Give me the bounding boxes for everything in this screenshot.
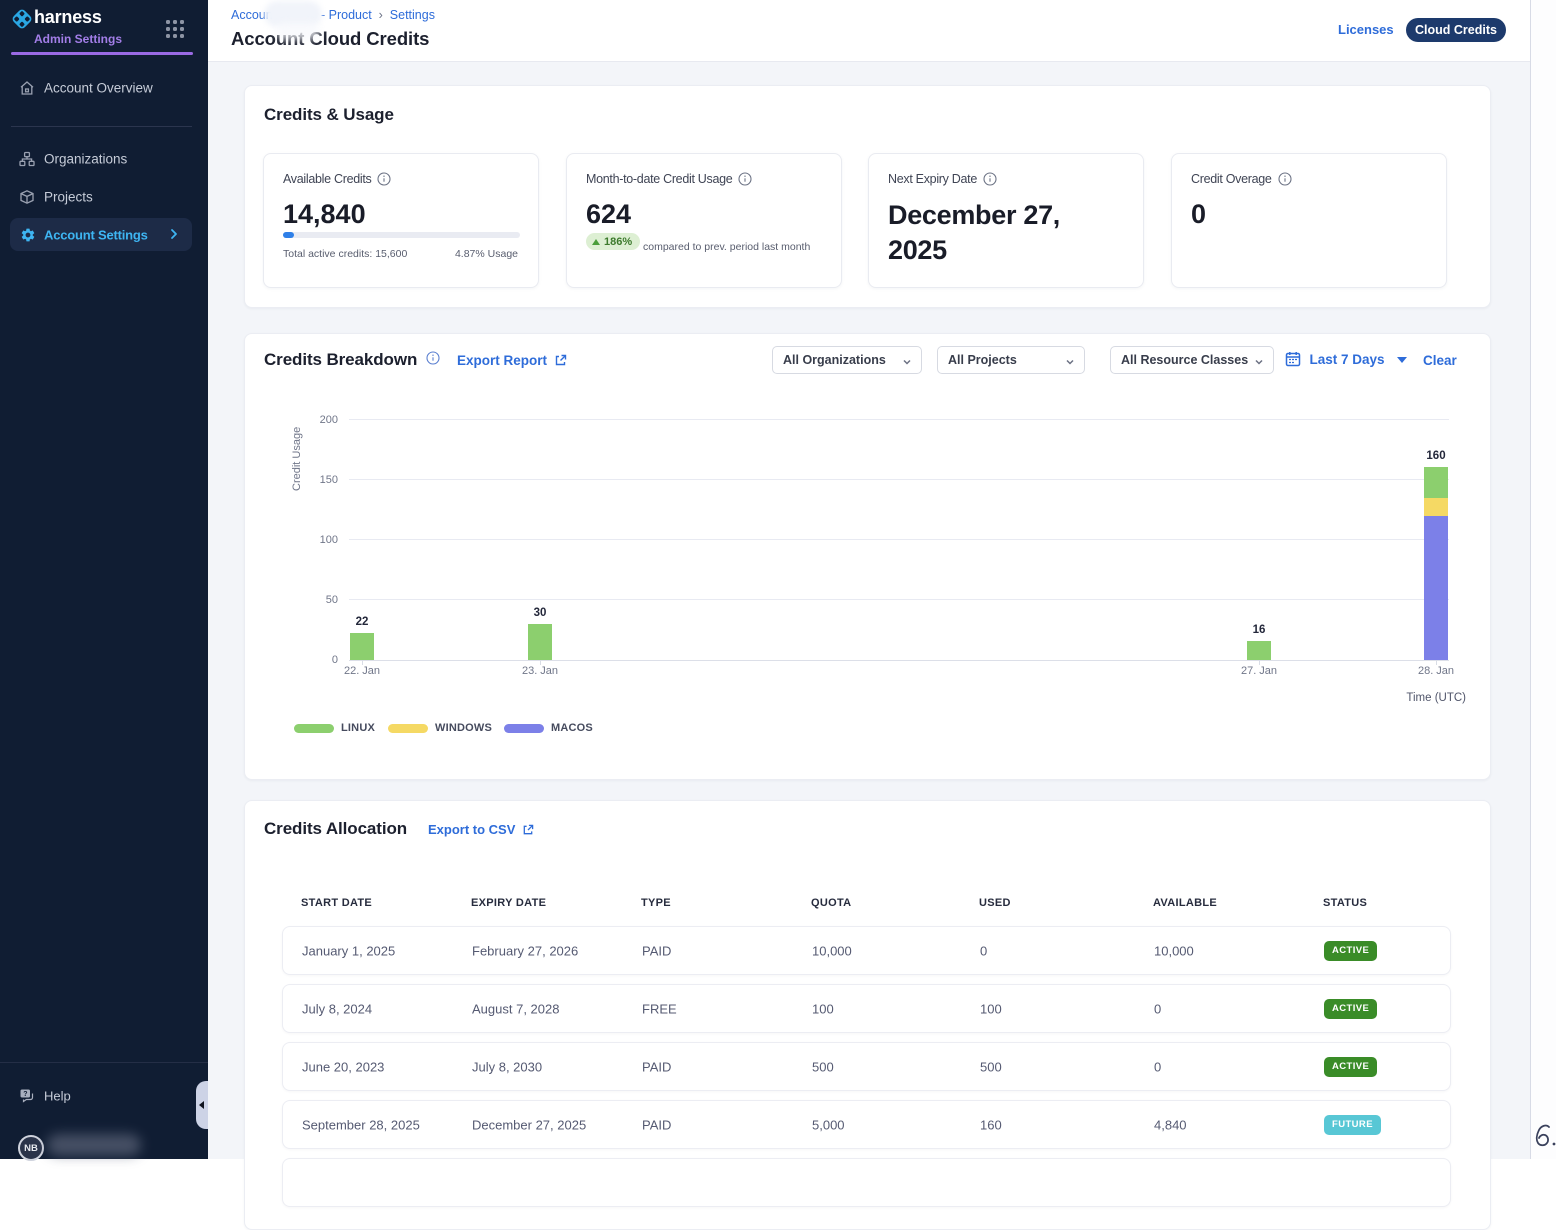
- svg-text:?: ?: [23, 1091, 27, 1098]
